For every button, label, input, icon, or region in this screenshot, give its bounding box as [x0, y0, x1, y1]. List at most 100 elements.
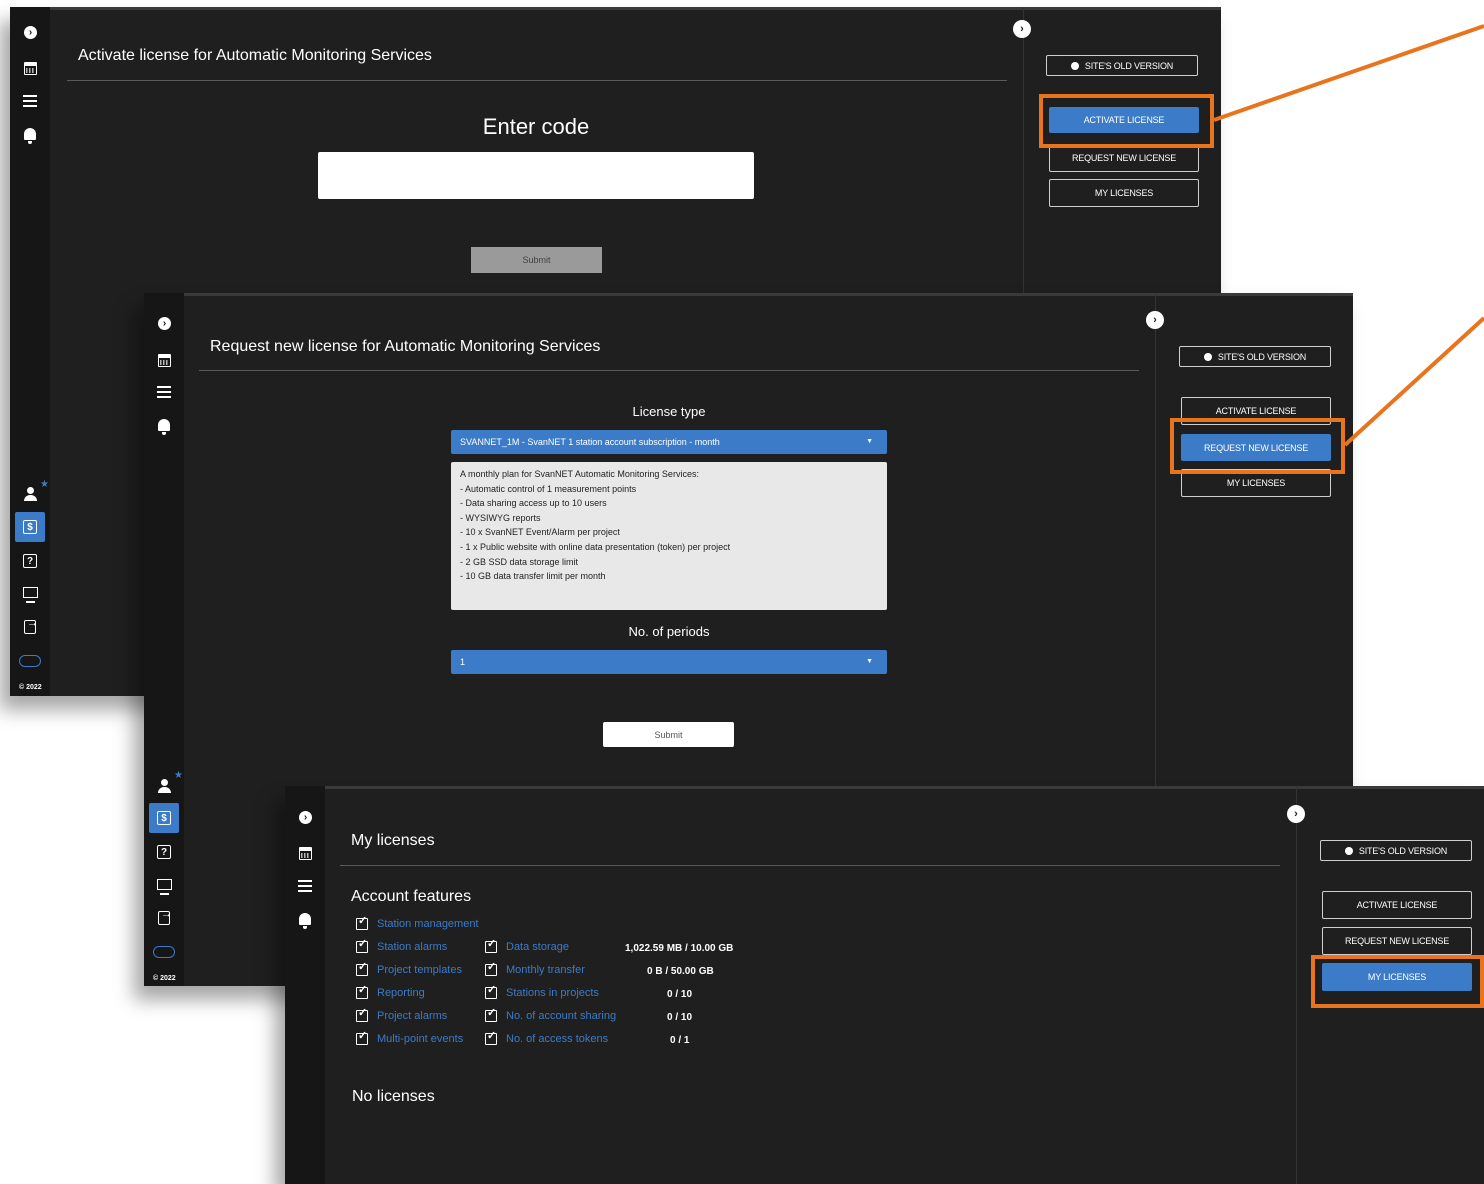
feature-multi-point-events: Multi-point events [356, 1029, 463, 1046]
highlight-my-licenses [1311, 955, 1484, 1008]
old-version-button[interactable]: SITE'S OLD VERSION [1046, 55, 1198, 76]
old-version-button[interactable]: SITE'S OLD VERSION [1320, 840, 1472, 861]
globe-icon [1070, 61, 1079, 70]
help-icon[interactable]: ? [153, 841, 175, 863]
request-license-button[interactable]: REQUEST NEW LICENSE [1322, 927, 1472, 955]
right-panel-divider [1296, 786, 1297, 1184]
cloud-logo-icon [19, 650, 41, 672]
feature-reporting: Reporting [356, 983, 425, 1000]
data-storage-value: 1,022.59 MB / 10.00 GB [625, 943, 734, 954]
description-line: - 10 GB data transfer limit per month [460, 571, 606, 582]
list-icon[interactable] [153, 381, 175, 403]
checkbox-checked-icon [485, 937, 497, 954]
feature-access-tokens: No. of access tokens [485, 1029, 608, 1046]
licenses-icon[interactable]: $ [149, 803, 179, 833]
highlight-request-license [1170, 418, 1345, 474]
checkbox-checked-icon [356, 983, 368, 1000]
feature-station-alarms: Station alarms [356, 937, 447, 954]
description-line: - 1 x Public website with online data pr… [460, 541, 731, 552]
code-input[interactable] [318, 152, 754, 199]
description-line: A monthly plan for SvanNET Automatic Mon… [460, 469, 699, 479]
checkbox-checked-icon [356, 960, 368, 977]
chevron-down-icon: ▼ [866, 438, 873, 445]
license-description: A monthly plan for SvanNET Automatic Mon… [451, 462, 887, 610]
checkbox-checked-icon [485, 960, 497, 977]
page-title: Request new license for Automatic Monito… [210, 338, 601, 355]
copyright: © 2022 [19, 684, 42, 691]
title-divider [340, 865, 1280, 866]
expand-nav-icon[interactable]: › [299, 811, 312, 824]
activate-license-button[interactable]: ACTIVATE LICENSE [1322, 891, 1472, 919]
no-licenses-text: No licenses [352, 1088, 435, 1105]
collapse-panel-icon[interactable]: › [1146, 311, 1164, 329]
access-tokens-value: 0 / 1 [670, 1035, 690, 1046]
calendar-icon[interactable] [19, 57, 41, 79]
monitor-icon[interactable] [153, 873, 175, 895]
left-nav: › ★ $ ? © 2022 [144, 293, 184, 986]
page-title: Activate license for Automatic Monitorin… [78, 47, 432, 64]
copyright: © 2022 [153, 975, 176, 982]
feature-monthly-transfer: Monthly transfer [485, 960, 585, 977]
license-type-select[interactable]: SVANNET_1M - SvanNET 1 station account s… [451, 430, 887, 454]
checkbox-checked-icon [356, 914, 368, 931]
my-licenses-window: › My licenses Account features Station m… [285, 786, 1484, 1184]
globe-icon [1203, 352, 1212, 361]
user-icon[interactable] [153, 775, 175, 797]
collapse-panel-icon[interactable]: › [1287, 805, 1305, 823]
bell-icon[interactable] [294, 908, 316, 930]
chevron-down-icon: ▼ [866, 658, 873, 665]
license-type-label: License type [632, 404, 706, 419]
calendar-icon[interactable] [294, 842, 316, 864]
submit-button[interactable]: Submit [603, 722, 734, 747]
description-line: - Automatic control of 1 measurement poi… [460, 483, 637, 494]
star-icon: ★ [174, 770, 183, 781]
stations-in-projects-value: 0 / 10 [667, 989, 693, 1000]
monitor-icon[interactable] [19, 581, 41, 603]
bell-icon[interactable] [19, 123, 41, 145]
feature-project-templates: Project templates [356, 960, 462, 977]
highlight-activate-license [1039, 94, 1214, 148]
list-icon[interactable] [294, 875, 316, 897]
logout-icon[interactable] [153, 907, 175, 929]
bell-icon[interactable] [153, 414, 175, 436]
checkbox-checked-icon [356, 1029, 368, 1046]
checkbox-checked-icon [485, 1006, 497, 1023]
expand-nav-icon[interactable]: › [158, 317, 171, 330]
left-nav: › ★ $ ? © 2022 [10, 7, 50, 696]
collapse-panel-icon[interactable]: › [1013, 20, 1031, 38]
cloud-logo-icon [153, 941, 175, 963]
globe-icon [1344, 846, 1353, 855]
feature-station-management: Station management [356, 914, 479, 931]
description-line: - Data sharing access up to 10 users [460, 498, 607, 509]
star-icon: ★ [40, 479, 49, 490]
feature-data-storage: Data storage [485, 937, 569, 954]
feature-stations-in-projects: Stations in projects [485, 983, 599, 1000]
list-icon[interactable] [19, 90, 41, 112]
checkbox-checked-icon [485, 1029, 497, 1046]
feature-account-sharing: No. of account sharing [485, 1006, 616, 1023]
enter-code-heading: Enter code [482, 114, 590, 139]
checkbox-checked-icon [356, 937, 368, 954]
submit-button[interactable]: Submit [471, 247, 602, 273]
monthly-transfer-value: 0 B / 50.00 GB [647, 966, 714, 977]
old-version-button[interactable]: SITE'S OLD VERSION [1179, 346, 1331, 367]
my-licenses-button[interactable]: MY LICENSES [1049, 179, 1199, 207]
request-license-button[interactable]: REQUEST NEW LICENSE [1049, 144, 1199, 172]
licenses-icon[interactable]: $ [15, 512, 45, 542]
features-heading: Account features [351, 888, 472, 905]
help-icon[interactable]: ? [19, 550, 41, 572]
feature-project-alarms: Project alarms [356, 1006, 447, 1023]
title-divider [67, 80, 1007, 81]
title-divider [199, 370, 1139, 371]
checkbox-checked-icon [356, 1006, 368, 1023]
logout-icon[interactable] [19, 616, 41, 638]
user-icon[interactable] [19, 483, 41, 505]
account-sharing-value: 0 / 10 [667, 1012, 693, 1023]
description-line: - 10 x SvanNET Event/Alarm per project [460, 527, 620, 538]
description-line: - 2 GB SSD data storage limit [460, 556, 579, 567]
periods-label: No. of periods [628, 624, 710, 639]
expand-nav-icon[interactable]: › [24, 26, 37, 39]
periods-select[interactable]: 1 ▼ [451, 650, 887, 674]
calendar-icon[interactable] [153, 349, 175, 371]
page-title: My licenses [351, 832, 435, 849]
